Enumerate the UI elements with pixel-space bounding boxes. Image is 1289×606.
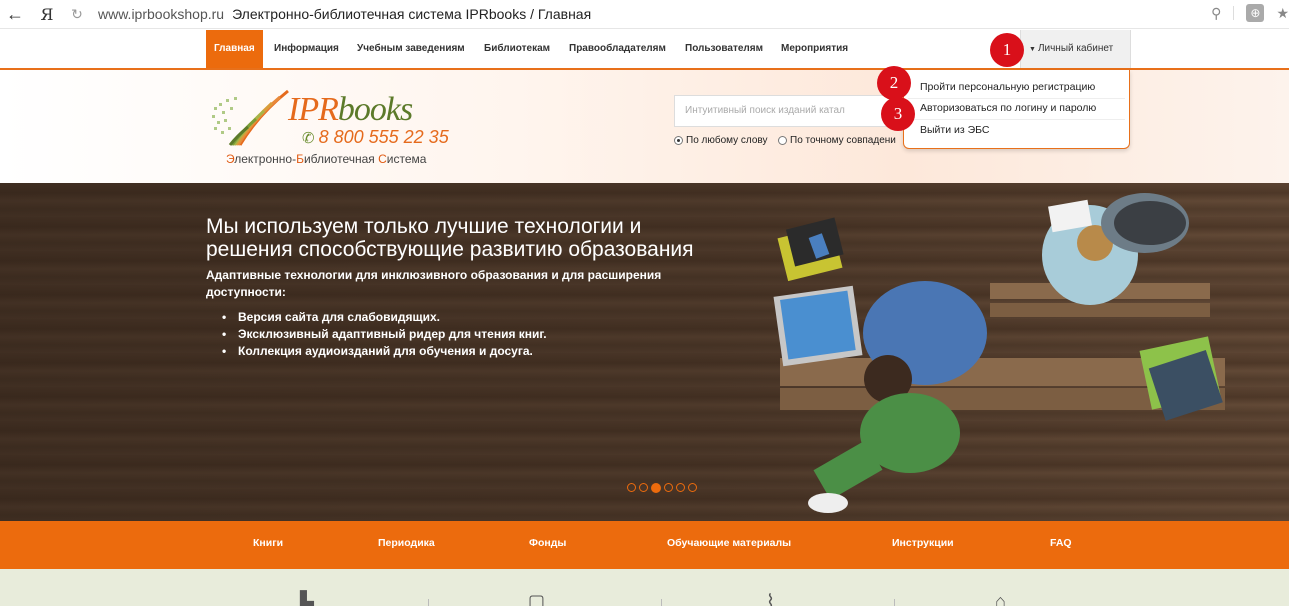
- radio-any-word[interactable]: По любому слову: [674, 135, 768, 146]
- hero-heading-line: Мы используем только лучшие технологии и: [206, 215, 642, 238]
- nav-home[interactable]: Главная: [206, 30, 263, 68]
- browser-right-tools: ⚲ ⊕ ★: [1211, 4, 1289, 22]
- top-navigation: Главная Информация Учебным заведениям Би…: [0, 30, 1289, 70]
- radio-button-checked[interactable]: [674, 136, 683, 145]
- page-title: Электронно-библиотечная система IPRbooks…: [232, 6, 592, 22]
- handshake-icon[interactable]: ⌂: [995, 591, 1006, 606]
- logo-fan-icon: [212, 89, 289, 146]
- caret-down-icon: ▼: [1029, 46, 1036, 53]
- logo-name-books: books: [337, 91, 413, 128]
- radio-exact-match-label: По точному совпадени: [790, 135, 896, 146]
- nav-events[interactable]: Мероприятия: [781, 30, 848, 68]
- hero-subheading-line: доступности:: [206, 285, 286, 299]
- slider-dot[interactable]: [688, 483, 697, 492]
- yandex-logo-icon[interactable]: Я: [30, 5, 64, 24]
- browser-toolbar: ← Я ↻ www.iprbookshop.ru Электронно-библ…: [0, 0, 1289, 29]
- reload-icon[interactable]: ↻: [64, 6, 90, 23]
- icon-divider: [894, 599, 895, 606]
- catalog-search-input[interactable]: Интуитивный поиск изданий катал: [674, 95, 914, 127]
- category-menu: Книги Периодика Фонды Обучающие материал…: [0, 521, 1289, 569]
- hero-heading: Мы используем только лучшие технологии и…: [206, 215, 766, 261]
- globe-icon[interactable]: ⊕: [1246, 4, 1265, 22]
- star-icon[interactable]: ★: [1276, 5, 1289, 22]
- address-url[interactable]: www.iprbookshop.ru: [98, 6, 224, 22]
- list-item: Эксклюзивный адаптивный ридер для чтения…: [222, 326, 547, 343]
- hero-heading-line: решения способствующие развитию образова…: [206, 238, 694, 261]
- tagline-part: Э: [226, 152, 235, 166]
- icon-divider: [661, 599, 662, 606]
- logo-phone: ✆ 8 800 555 22 35: [302, 127, 449, 148]
- feature-icons-strip: ▙ ▢ ⌇ ⌂: [0, 569, 1289, 606]
- hero-subheading-line: Адаптивные технологии для инклюзивного о…: [206, 268, 662, 282]
- logo-tagline: Электронно-Библиотечная Система: [226, 152, 426, 166]
- nav-info[interactable]: Информация: [274, 30, 339, 68]
- nav-institutions[interactable]: Учебным заведениям: [357, 30, 465, 68]
- cabinet-dropdown-menu: Пройти персональную регистрацию Авторизо…: [903, 70, 1130, 149]
- nav-rightholders[interactable]: Правообладателям: [569, 30, 666, 68]
- icon-divider: [428, 599, 429, 606]
- students-photo-illustration: [773, 193, 1225, 513]
- tagline-part: истема: [386, 152, 427, 166]
- radio-button[interactable]: [778, 136, 787, 145]
- tagline-part: С: [378, 152, 387, 166]
- slider-dot[interactable]: [627, 483, 636, 492]
- hero-feature-list: Версия сайта для слабовидящих. Эксклюзив…: [222, 309, 547, 360]
- logo-name-ipr: IPR: [288, 91, 339, 128]
- search-key-icon[interactable]: ⚲: [1211, 5, 1221, 22]
- tagline-part: Б: [296, 152, 304, 166]
- iprbooks-logo[interactable]: IPRbooks ✆ 8 800 555 22 35 Электронно-Биб…: [210, 85, 450, 175]
- paperclip-icon[interactable]: ⌇: [766, 591, 775, 606]
- books-icon[interactable]: ▙: [300, 591, 314, 606]
- menu-divider: [908, 98, 1125, 99]
- reader-icon[interactable]: ▢: [528, 591, 545, 606]
- nav-users[interactable]: Пользователям: [685, 30, 763, 68]
- phone-icon: ✆: [302, 130, 315, 147]
- radio-any-word-label: По любому слову: [686, 135, 768, 146]
- menu-item-logout[interactable]: Выйти из ЭБС: [920, 124, 990, 136]
- hero-slider: Мы используем только лучшие технологии и…: [0, 183, 1289, 521]
- phone-number: 8 800 555 22 35: [318, 127, 449, 147]
- list-item: Коллекция аудиоизданий для обучения и до…: [222, 343, 547, 360]
- slider-dot[interactable]: [676, 483, 685, 492]
- slider-dot[interactable]: [639, 483, 648, 492]
- back-arrow-icon[interactable]: ←: [0, 4, 30, 25]
- menu-books[interactable]: Книги: [253, 521, 283, 569]
- menu-learning-materials[interactable]: Обучающие материалы: [667, 521, 791, 569]
- menu-item-register[interactable]: Пройти персональную регистрацию: [920, 81, 1095, 93]
- menu-instructions[interactable]: Инструкции: [892, 521, 954, 569]
- list-item: Версия сайта для слабовидящих.: [222, 309, 547, 326]
- hero-subheading: Адаптивные технологии для инклюзивного о…: [206, 267, 676, 301]
- tagline-part: лектронно-: [234, 152, 297, 166]
- annotation-marker-1: 1: [990, 33, 1024, 67]
- cabinet-label: Личный кабинет: [1037, 43, 1114, 54]
- menu-divider: [908, 119, 1125, 120]
- personal-cabinet-button[interactable]: ▼ Личный кабинет: [1020, 30, 1131, 68]
- menu-faq[interactable]: FAQ: [1050, 521, 1072, 569]
- slider-dot[interactable]: [664, 483, 673, 492]
- slider-dot-active[interactable]: [651, 483, 661, 493]
- tagline-part: иблиотечная: [303, 152, 379, 166]
- slider-pagination: [627, 483, 697, 493]
- logo-wordmark: IPRbooks: [288, 91, 413, 129]
- menu-periodicals[interactable]: Периодика: [378, 521, 435, 569]
- nav-libraries[interactable]: Библиотекам: [484, 30, 550, 68]
- menu-item-login[interactable]: Авторизоваться по логину и паролю: [920, 102, 1096, 114]
- menu-funds[interactable]: Фонды: [529, 521, 566, 569]
- toolbar-divider: [1233, 6, 1235, 20]
- annotation-marker-3: 3: [881, 97, 915, 131]
- annotation-marker-2: 2: [877, 66, 911, 100]
- radio-exact-match[interactable]: По точному совпадени: [778, 135, 896, 146]
